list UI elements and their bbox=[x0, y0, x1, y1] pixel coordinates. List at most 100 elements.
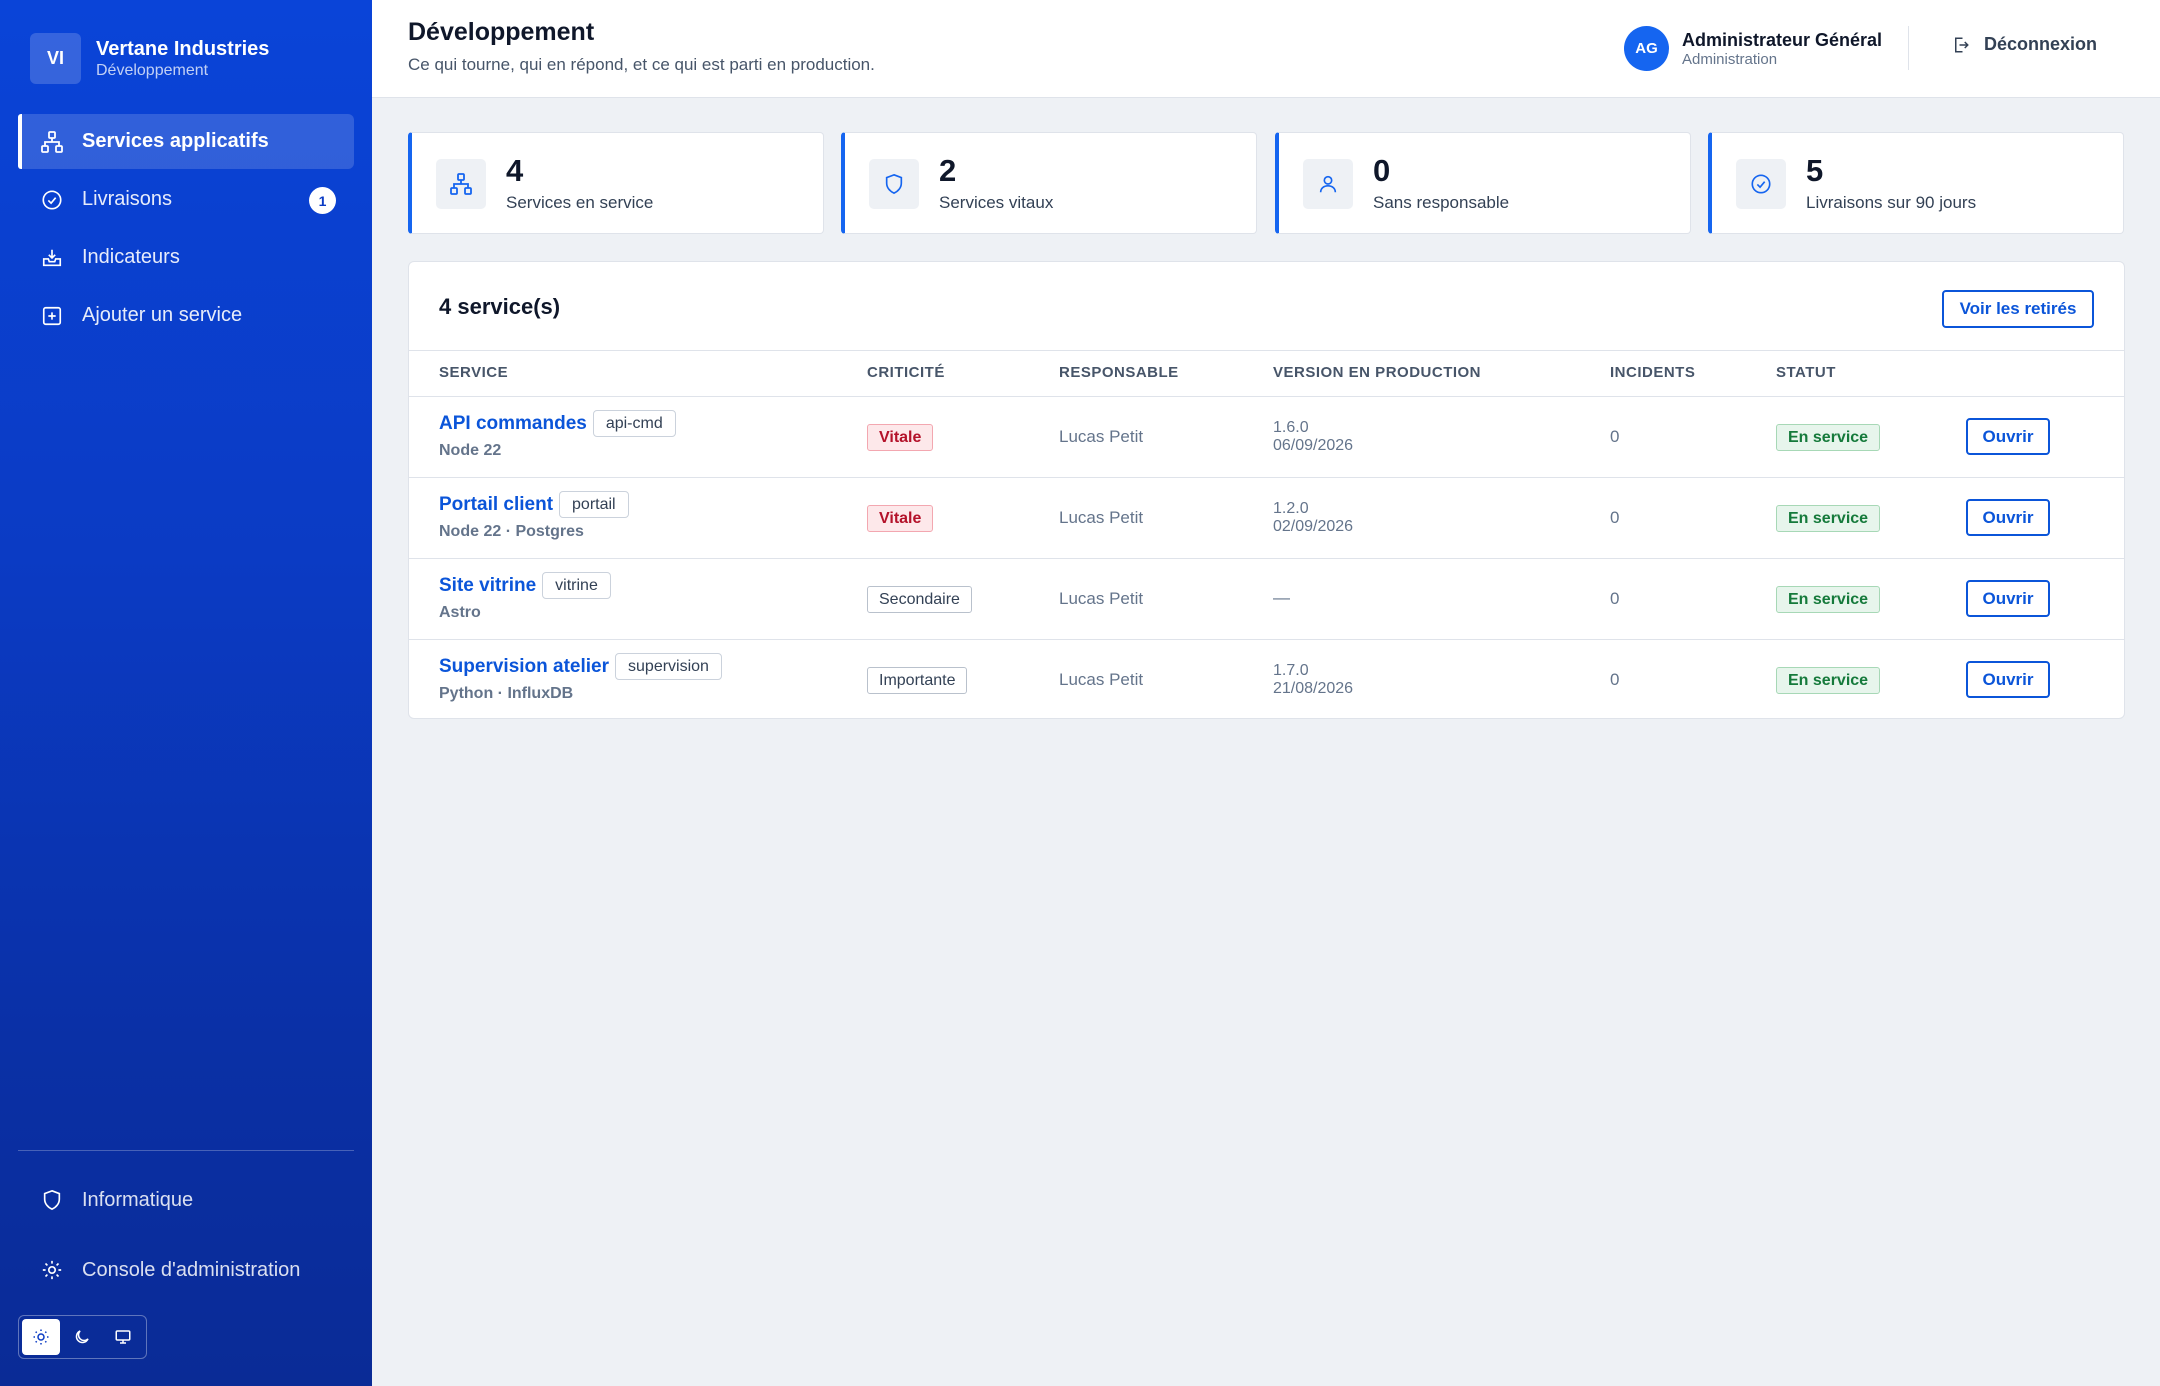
stat-card-deliveries: 5 Livraisons sur 90 jours bbox=[1708, 132, 2124, 234]
criticity-badge: Secondaire bbox=[867, 586, 972, 613]
brand-logo: VI bbox=[30, 33, 81, 84]
brand[interactable]: VI Vertane Industries Développement bbox=[30, 33, 269, 84]
main-nav: Services applicatifs Livraisons 1 Indica… bbox=[18, 114, 354, 346]
version-date: 06/09/2026 bbox=[1273, 437, 1354, 454]
page-subtitle: Ce qui tourne, qui en répond, et ce qui … bbox=[408, 55, 875, 74]
service-slug-tag: supervision bbox=[615, 653, 722, 680]
table-row: Portail client portail Node 22 · Postgre… bbox=[409, 478, 2124, 559]
column-header-owner[interactable]: RESPONSABLE bbox=[1059, 364, 1179, 381]
network-icon bbox=[436, 159, 486, 209]
sidebar-item-livraisons[interactable]: Livraisons 1 bbox=[18, 172, 354, 227]
owner-name: Lucas Petit bbox=[1059, 508, 1144, 527]
service-name-link[interactable]: Portail client bbox=[439, 494, 553, 516]
page-title: Développement bbox=[408, 18, 595, 46]
shield-icon bbox=[869, 159, 919, 209]
network-icon bbox=[40, 130, 64, 154]
status-badge: En service bbox=[1776, 586, 1881, 613]
table-row: Supervision atelier supervision Python ·… bbox=[409, 640, 2124, 721]
column-header-criticity[interactable]: CRITICITÉ bbox=[867, 364, 945, 381]
sidebar-item-informatique[interactable]: Informatique bbox=[18, 1174, 354, 1226]
service-name-link[interactable]: API commandes bbox=[439, 413, 587, 435]
sidebar-item-label: Livraisons bbox=[82, 188, 173, 210]
sidebar-item-add-service[interactable]: Ajouter un service bbox=[18, 288, 354, 343]
theme-system-button[interactable] bbox=[104, 1319, 142, 1355]
logout-button[interactable]: Déconnexion bbox=[1952, 34, 2097, 55]
column-header-incidents[interactable]: INCIDENTS bbox=[1610, 364, 1695, 381]
secondary-nav: Informatique Console d'administration bbox=[18, 1174, 354, 1314]
open-service-button[interactable]: Ouvrir bbox=[1966, 661, 2050, 698]
view-retired-button[interactable]: Voir les retirés bbox=[1942, 290, 2094, 328]
owner-name: Lucas Petit bbox=[1059, 589, 1144, 608]
status-badge: En service bbox=[1776, 424, 1881, 451]
stat-label: Livraisons sur 90 jours bbox=[1806, 193, 1977, 212]
status-badge: En service bbox=[1776, 505, 1881, 532]
open-service-button[interactable]: Ouvrir bbox=[1966, 580, 2050, 617]
stat-card-services: 4 Services en service bbox=[408, 132, 824, 234]
theme-dark-button[interactable] bbox=[63, 1319, 101, 1355]
check-circle-icon bbox=[1736, 159, 1786, 209]
avatar: AG bbox=[1624, 26, 1669, 71]
sidebar-item-label: Services applicatifs bbox=[82, 130, 269, 152]
stat-label: Services en service bbox=[506, 193, 654, 212]
open-service-button[interactable]: Ouvrir bbox=[1966, 499, 2050, 536]
moon-icon bbox=[73, 1328, 91, 1346]
services-panel: 4 service(s) Voir les retirés SERVICE CR… bbox=[408, 261, 2125, 719]
version-number: 1.6.0 bbox=[1273, 419, 1309, 436]
service-name-link[interactable]: Supervision atelier bbox=[439, 656, 609, 678]
user-role: Administration bbox=[1682, 50, 1778, 68]
column-header-status[interactable]: STATUT bbox=[1776, 364, 1836, 381]
theme-light-button[interactable] bbox=[22, 1319, 60, 1355]
user-menu[interactable]: AG Administrateur Général Administration bbox=[1624, 26, 1882, 71]
panel-title: 4 service(s) bbox=[439, 294, 561, 319]
sidebar-item-label: Informatique bbox=[82, 1188, 194, 1211]
livraisons-count-badge: 1 bbox=[309, 187, 336, 214]
production-version: 1.7.0 21/08/2026 bbox=[1273, 662, 1353, 698]
logout-label: Déconnexion bbox=[1984, 34, 2098, 54]
header-divider bbox=[1908, 26, 1909, 70]
version-date: 02/09/2026 bbox=[1273, 518, 1354, 535]
incident-count: 0 bbox=[1610, 670, 1620, 689]
sidebar-item-label: Console d'administration bbox=[82, 1258, 301, 1281]
production-version: 1.2.0 02/09/2026 bbox=[1273, 500, 1353, 536]
brand-name: Vertane Industries bbox=[96, 37, 270, 60]
open-service-button[interactable]: Ouvrir bbox=[1966, 418, 2050, 455]
sun-icon bbox=[32, 1328, 50, 1346]
version-number: 1.7.0 bbox=[1273, 662, 1309, 679]
service-slug-tag: api-cmd bbox=[592, 410, 676, 437]
sidebar-item-label: Ajouter un service bbox=[82, 304, 243, 326]
sidebar-item-label: Indicateurs bbox=[82, 246, 180, 268]
criticity-badge: Vitale bbox=[867, 424, 934, 451]
service-tech: Astro bbox=[439, 604, 481, 621]
stat-value: 2 bbox=[939, 153, 957, 188]
user-icon bbox=[1303, 159, 1353, 209]
table-header: SERVICE CRITICITÉ RESPONSABLE VERSION EN… bbox=[409, 350, 2124, 397]
column-header-service[interactable]: SERVICE bbox=[439, 364, 508, 381]
inbox-download-icon bbox=[40, 246, 64, 270]
column-header-version[interactable]: VERSION EN PRODUCTION bbox=[1273, 364, 1481, 381]
service-tech: Node 22 · Postgres bbox=[439, 523, 584, 540]
stat-value: 5 bbox=[1806, 153, 1824, 188]
stat-label: Sans responsable bbox=[1373, 193, 1510, 212]
production-version: 1.6.0 06/09/2026 bbox=[1273, 419, 1353, 455]
user-name: Administrateur Général bbox=[1682, 29, 1883, 50]
top-header: Développement Ce qui tourne, qui en répo… bbox=[372, 0, 2160, 98]
production-version: — bbox=[1273, 588, 1290, 607]
gear-icon bbox=[40, 1258, 64, 1282]
monitor-icon bbox=[114, 1328, 132, 1346]
logout-icon bbox=[1952, 36, 1970, 54]
stat-card-vital: 2 Services vitaux bbox=[841, 132, 1257, 234]
service-name-link[interactable]: Site vitrine bbox=[439, 575, 536, 597]
sidebar-item-admin-console[interactable]: Console d'administration bbox=[18, 1244, 354, 1296]
sidebar: VI Vertane Industries Développement Serv… bbox=[0, 0, 372, 1386]
stat-value: 4 bbox=[506, 153, 524, 188]
shield-icon bbox=[40, 1188, 64, 1212]
service-tech: Node 22 bbox=[439, 442, 502, 459]
brand-subtitle: Développement bbox=[96, 61, 209, 79]
sidebar-item-services[interactable]: Services applicatifs bbox=[18, 114, 354, 169]
owner-name: Lucas Petit bbox=[1059, 427, 1144, 446]
theme-switcher bbox=[18, 1315, 147, 1359]
stat-label: Services vitaux bbox=[939, 193, 1054, 212]
sidebar-item-indicateurs[interactable]: Indicateurs bbox=[18, 230, 354, 285]
incident-count: 0 bbox=[1610, 589, 1620, 608]
check-circle-icon bbox=[40, 188, 64, 212]
